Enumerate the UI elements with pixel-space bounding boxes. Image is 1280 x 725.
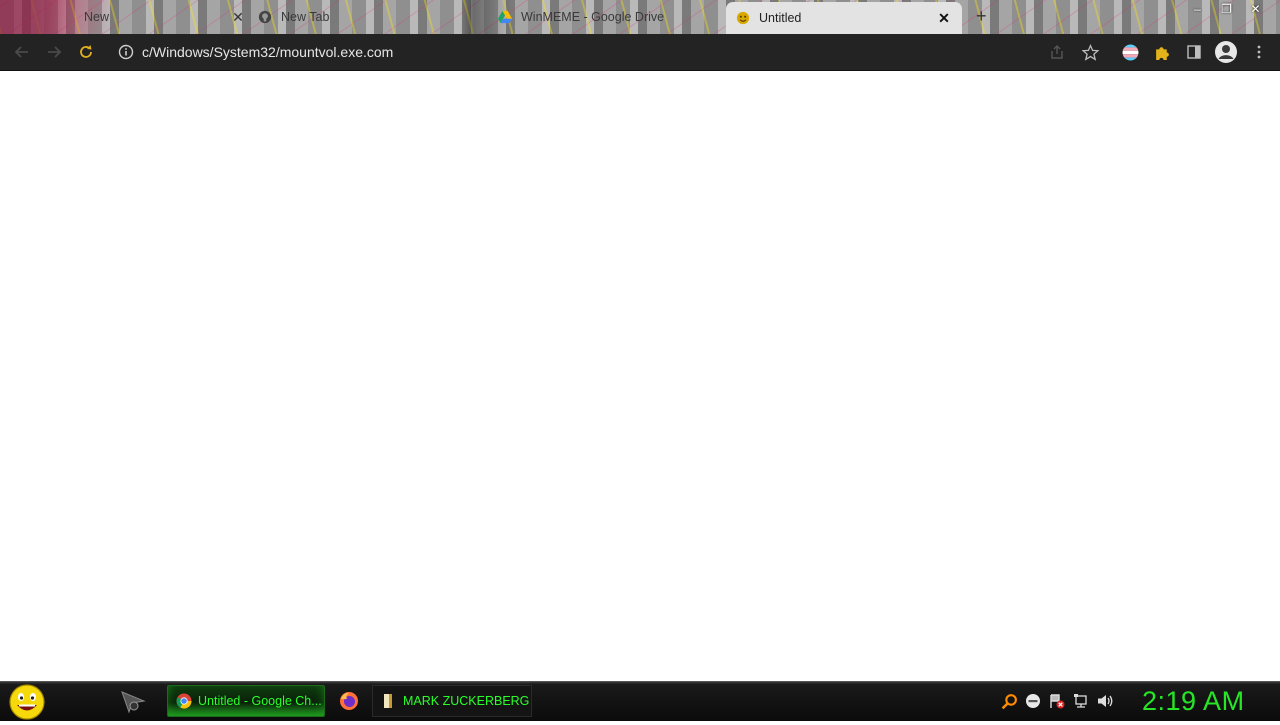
star-icon bbox=[1081, 43, 1099, 61]
tab-google-drive[interactable]: WinMEME - Google Drive bbox=[498, 2, 720, 32]
network-icon bbox=[1074, 694, 1087, 708]
tray-network-button[interactable] bbox=[1072, 692, 1090, 710]
pinned-firefox-button[interactable] bbox=[336, 688, 362, 714]
taskbar-item-document[interactable]: MARK ZUCKERBERG bbox=[372, 685, 532, 717]
document-icon bbox=[384, 694, 392, 708]
maximize-button[interactable]: ❐ bbox=[1212, 0, 1241, 18]
github-icon bbox=[258, 10, 272, 24]
share-icon bbox=[1051, 45, 1063, 59]
taskbar-clock[interactable]: 2:19 AM bbox=[1142, 682, 1245, 721]
taskbar-item-label: Untitled - Google Ch... bbox=[198, 694, 322, 708]
menu-button[interactable] bbox=[1250, 43, 1268, 61]
page-content bbox=[0, 71, 1280, 681]
extension-flag-button[interactable] bbox=[1121, 43, 1139, 61]
firefox-icon bbox=[340, 692, 358, 710]
kebab-menu-icon bbox=[1257, 45, 1261, 59]
url-text[interactable]: c/Windows/System32/mountvol.exe.com bbox=[142, 44, 393, 60]
minimize-button[interactable]: – bbox=[1183, 0, 1212, 18]
address-bar[interactable]: c/Windows/System32/mountvol.exe.com bbox=[110, 38, 1110, 66]
reload-icon bbox=[80, 45, 92, 58]
share-button[interactable] bbox=[1048, 43, 1066, 61]
close-button[interactable]: ✕ bbox=[1241, 0, 1270, 18]
extensions-button[interactable] bbox=[1153, 43, 1171, 61]
app-shortcut-icon bbox=[121, 691, 146, 714]
tab-close-icon[interactable]: ✕ bbox=[230, 9, 246, 26]
avatar-icon bbox=[1215, 41, 1237, 63]
bookmark-button[interactable] bbox=[1081, 43, 1099, 61]
taskbar: Untitled - Google Ch... MARK ZUCKERBERG … bbox=[0, 681, 1280, 721]
tray-status-button[interactable] bbox=[1024, 692, 1042, 710]
tab-title: New Tab bbox=[281, 10, 330, 24]
flag-error-icon bbox=[1050, 694, 1065, 709]
winmeme-icon bbox=[736, 11, 750, 25]
smiley-start-icon bbox=[9, 684, 45, 720]
speaker-icon bbox=[1097, 695, 1112, 707]
site-info-icon[interactable] bbox=[118, 44, 134, 60]
chrome-icon bbox=[176, 693, 192, 709]
no-entry-icon bbox=[1026, 694, 1040, 708]
tab-title: New bbox=[84, 10, 110, 24]
browser-toolbar: c/Windows/System32/mountvol.exe.com bbox=[0, 34, 1280, 71]
taskbar-item-label: MARK ZUCKERBERG bbox=[403, 694, 530, 708]
google-drive-icon bbox=[498, 10, 512, 24]
tab-new-tab[interactable]: New Tab bbox=[258, 2, 480, 32]
tray-search-button[interactable] bbox=[1000, 692, 1018, 710]
trans-flag-icon bbox=[1122, 44, 1138, 60]
start-button[interactable] bbox=[8, 684, 46, 720]
side-panel-icon bbox=[1187, 45, 1201, 59]
back-arrow-icon bbox=[14, 46, 28, 58]
tab-title: WinMEME - Google Drive bbox=[521, 10, 665, 24]
search-icon bbox=[1001, 693, 1017, 709]
tab-untitled[interactable]: Untitled ✕ bbox=[726, 2, 962, 34]
new-tab-button[interactable]: + bbox=[976, 6, 987, 27]
tab-close-icon[interactable]: ✕ bbox=[936, 10, 952, 27]
back-button[interactable] bbox=[12, 42, 32, 62]
tab-title: Untitled bbox=[759, 11, 802, 25]
window-controls: – ❐ ✕ bbox=[1183, 0, 1270, 18]
forward-button[interactable] bbox=[44, 42, 64, 62]
tray-volume-button[interactable] bbox=[1096, 692, 1114, 710]
pinned-app-button[interactable] bbox=[120, 688, 146, 714]
side-panel-button[interactable] bbox=[1185, 43, 1203, 61]
reload-button[interactable] bbox=[76, 42, 96, 62]
forward-arrow-icon bbox=[48, 46, 62, 58]
tab-strip: New ✕ New Tab WinMEME - Google Drive Unt… bbox=[0, 0, 1280, 34]
puzzle-icon bbox=[1155, 46, 1169, 60]
profile-button[interactable] bbox=[1214, 40, 1238, 64]
taskbar-item-chrome[interactable]: Untitled - Google Ch... bbox=[167, 685, 325, 717]
tray-action-center-button[interactable] bbox=[1048, 692, 1066, 710]
tab-new[interactable]: New ✕ bbox=[28, 2, 246, 32]
